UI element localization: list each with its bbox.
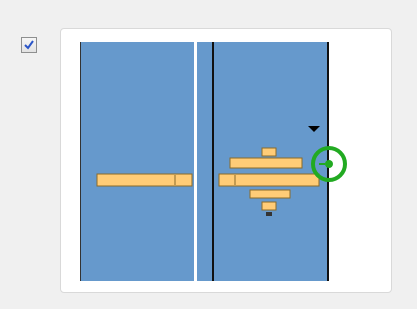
checkmark-icon: [24, 40, 34, 50]
left-bar: [96, 173, 193, 187]
split-line: [212, 42, 214, 281]
left-pane: [80, 42, 194, 281]
triangle-down-icon[interactable]: [308, 126, 320, 132]
enable-checkbox[interactable]: [21, 37, 37, 53]
preview-card: [60, 28, 392, 293]
cursor-preview: [80, 42, 347, 281]
pane-divider: [194, 42, 197, 281]
